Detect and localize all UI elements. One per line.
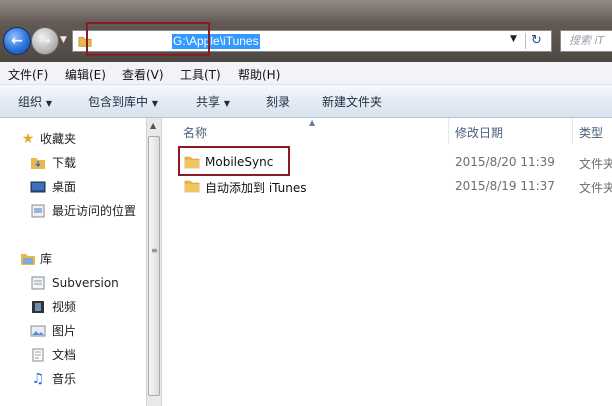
menu-file[interactable]: 文件(F): [8, 66, 48, 83]
scrollbar-thumb[interactable]: [148, 136, 160, 396]
subversion-library-icon: [31, 276, 45, 290]
pictures-library-icon: [30, 325, 46, 337]
column-header-date[interactable]: 修改日期: [455, 124, 503, 141]
navigation-pane: ★ 收藏夹 下载 桌面 最近访问的位置 库 Subversion 视频 图片 文…: [0, 118, 146, 406]
menu-view[interactable]: 查看(V): [122, 66, 164, 83]
share-label: 共享: [196, 95, 221, 109]
menu-bar: 文件(F) 编辑(E) 查看(V) 工具(T) 帮助(H): [0, 62, 612, 85]
titlebar-glass: [0, 0, 612, 22]
file-type: 文件夹: [579, 157, 612, 171]
folder-icon: [184, 180, 200, 193]
search-input[interactable]: 搜索 iT: [560, 30, 612, 52]
column-header-type[interactable]: 类型: [579, 124, 603, 141]
scrollbar-grip-icon: ≡: [151, 246, 158, 255]
sort-ascending-icon: ▲: [309, 118, 316, 127]
menu-edit[interactable]: 编辑(E): [65, 66, 106, 83]
menu-help[interactable]: 帮助(H): [238, 66, 280, 83]
include-label: 包含到库中: [88, 95, 149, 109]
forward-arrow-icon: →: [39, 33, 51, 49]
annotation-box-address: [86, 22, 210, 56]
pane-divider: [162, 118, 172, 406]
menu-tools[interactable]: 工具(T): [180, 66, 221, 83]
nav-item-music[interactable]: 音乐: [52, 370, 76, 388]
forward-button[interactable]: →: [31, 27, 59, 55]
column-header-name[interactable]: 名称: [183, 124, 207, 141]
organize-button[interactable]: 组织 ▼: [18, 93, 52, 110]
back-button[interactable]: ←: [3, 27, 31, 55]
nav-item-documents[interactable]: 文档: [52, 346, 76, 364]
nav-item-subversion[interactable]: Subversion: [52, 274, 119, 292]
documents-library-icon: [32, 348, 44, 362]
file-date: 2015/8/20 11:39: [455, 155, 555, 169]
chevron-down-icon: ▼: [151, 99, 158, 108]
chevron-down-icon: ▼: [223, 99, 230, 108]
nav-item-downloads[interactable]: 下载: [52, 154, 76, 172]
column-separator[interactable]: [572, 118, 573, 144]
include-in-library-button[interactable]: 包含到库中 ▼: [88, 93, 158, 110]
command-toolbar: 组织 ▼ 包含到库中 ▼ 共享 ▼ 刻录 新建文件夹: [0, 85, 612, 118]
desktop-icon: [30, 181, 46, 193]
address-divider: [525, 33, 526, 49]
history-dropdown-icon[interactable]: ▼: [60, 35, 67, 45]
downloads-icon: [31, 158, 45, 169]
scroll-up-icon[interactable]: ▲: [150, 121, 156, 130]
file-date: 2015/8/19 11:37: [455, 179, 555, 193]
file-type: 文件夹: [579, 181, 612, 195]
library-icon: [21, 254, 35, 265]
nav-libraries[interactable]: 库: [40, 250, 52, 268]
burn-button[interactable]: 刻录: [266, 93, 290, 110]
back-arrow-icon: ←: [11, 33, 23, 49]
nav-favorites[interactable]: 收藏夹: [40, 130, 76, 148]
column-separator[interactable]: [448, 118, 449, 144]
refresh-icon[interactable]: ↻: [531, 33, 542, 48]
new-folder-button[interactable]: 新建文件夹: [322, 93, 382, 110]
nav-pane-scrollbar[interactable]: ▲ ≡: [146, 118, 162, 406]
file-name[interactable]: 自动添加到 iTunes: [205, 179, 307, 196]
nav-item-desktop[interactable]: 桌面: [52, 178, 76, 196]
annotation-box-mobilesync: [178, 146, 290, 176]
nav-item-recent-places[interactable]: 最近访问的位置: [52, 202, 136, 220]
address-dropdown-icon[interactable]: ▼: [510, 34, 517, 44]
share-button[interactable]: 共享 ▼: [196, 93, 230, 110]
video-library-icon: [32, 301, 44, 313]
nav-item-videos[interactable]: 视频: [52, 298, 76, 316]
nav-item-pictures[interactable]: 图片: [52, 322, 76, 340]
music-library-icon: ♫: [31, 371, 45, 387]
chevron-down-icon: ▼: [45, 99, 52, 108]
organize-label: 组织: [18, 95, 43, 109]
recent-places-icon: [31, 204, 45, 218]
star-icon: ★: [21, 131, 35, 147]
